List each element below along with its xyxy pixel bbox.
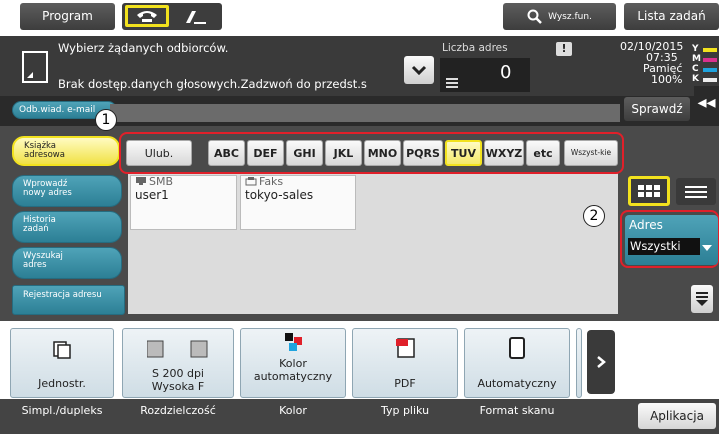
- setting-color[interactable]: Kolor automatyczny: [240, 328, 346, 398]
- tab-tuv[interactable]: TUV: [445, 140, 482, 166]
- sidebar-item-new-address[interactable]: Wprowadź nowy adres: [12, 175, 122, 207]
- color-icon: [285, 333, 303, 351]
- tab-ghi[interactable]: GHI: [286, 140, 323, 166]
- sidebar-item-history[interactable]: Historia zadań: [12, 211, 122, 243]
- tab-favorites[interactable]: Ulub.: [126, 140, 192, 166]
- caption-duplex: Simpl./dupleks: [21, 404, 103, 417]
- tab-all[interactable]: Wszyst-kie: [564, 140, 618, 166]
- sidebar-label-history: Historia zadań: [23, 215, 56, 234]
- setting-filetype[interactable]: PDF: [352, 328, 458, 398]
- chevron-down-icon: [702, 245, 712, 251]
- address-count-box: 0: [440, 58, 530, 92]
- address-card-fax[interactable]: Faks tokyo-sales: [240, 175, 356, 230]
- setting-duplex[interactable]: Jednostr.: [10, 328, 114, 398]
- program-button[interactable]: Program: [20, 3, 115, 30]
- tab-etc[interactable]: etc: [526, 140, 560, 166]
- collapse-panel-button[interactable]: ◂◂: [694, 86, 719, 126]
- caption-resolution: Rozdzielczość: [140, 404, 216, 417]
- duplex-icon: [53, 341, 71, 359]
- handset-icon[interactable]: [182, 7, 212, 27]
- address-filter-value: Wszystki: [628, 238, 700, 255]
- warning-icon[interactable]: !: [556, 42, 572, 56]
- expand-message-button[interactable]: [404, 56, 434, 84]
- toner-k: K: [692, 74, 699, 84]
- toner-c: C: [692, 64, 699, 74]
- tab-jkl[interactable]: JKL: [325, 140, 362, 166]
- fax-mode-toggle[interactable]: [122, 3, 222, 30]
- smb-icon: [135, 176, 147, 186]
- caption-scan-size: Format skanu: [479, 404, 555, 417]
- chevron-down-icon: [411, 65, 427, 75]
- sidebar-item-register[interactable]: Rejestracja adresu: [12, 285, 125, 315]
- caption-filetype: Typ pliku: [380, 404, 430, 417]
- address-type: Faks: [259, 175, 284, 188]
- pdf-icon: [396, 337, 416, 359]
- sidebar-item-search[interactable]: Wyszukaj adres: [12, 247, 122, 279]
- toner-y: Y: [692, 44, 699, 54]
- toner-indicator: Y M C K: [692, 44, 718, 90]
- check-button[interactable]: Sprawdź: [624, 97, 690, 121]
- search-label: Wysz.fun.: [548, 11, 592, 22]
- callout-2: 2: [583, 205, 605, 227]
- address-count-label: Liczba adres: [442, 42, 508, 54]
- tab-pqrs[interactable]: PQRS: [403, 140, 443, 166]
- tab-wxyz[interactable]: WXYZ: [484, 140, 524, 166]
- address-card-smb[interactable]: SMB user1: [130, 175, 237, 230]
- application-button[interactable]: Aplikacja: [638, 403, 716, 429]
- next-settings-button[interactable]: [587, 330, 615, 394]
- job-list-button[interactable]: Lista zadań: [624, 3, 719, 30]
- setting-scan-size[interactable]: Automatyczny: [464, 328, 570, 398]
- address-name: tokyo-sales: [245, 188, 314, 202]
- address-name: user1: [135, 188, 169, 202]
- message-line-1: Wybierz żądanych odbiorców.: [58, 41, 229, 55]
- setting-duplex-value: Jednostr.: [38, 377, 86, 390]
- document-icon: [21, 50, 51, 86]
- toner-m: M: [692, 54, 701, 64]
- list-icon: [446, 78, 458, 90]
- address-filter-label: Adres: [629, 218, 663, 232]
- memory-value: 100%: [651, 73, 683, 86]
- scroll-down-button[interactable]: [691, 285, 713, 313]
- grid-view-button[interactable]: [628, 176, 670, 206]
- menu-down-icon: [696, 292, 708, 306]
- sidebar-label-address-book: Książka adresowa: [24, 141, 65, 160]
- setting-filetype-value: PDF: [394, 377, 416, 390]
- sidebar-label-new-address: Wprowadź nowy adres: [23, 179, 72, 198]
- search-icon: [527, 9, 542, 24]
- tab-mno[interactable]: MNO: [364, 140, 401, 166]
- fax-icon: [245, 176, 257, 186]
- resolution-icon: [146, 339, 211, 359]
- sidebar-item-address-book[interactable]: Książka adresowa: [12, 136, 120, 166]
- tab-abc[interactable]: ABC: [208, 140, 245, 166]
- message-line-2: Brak dostęp.danych głosowych.Zadzwoń do …: [58, 77, 367, 91]
- address-count-value: 0: [500, 62, 512, 83]
- page-icon: [508, 337, 528, 359]
- setting-resolution[interactable]: S 200 dpi Wysoka F: [122, 328, 234, 398]
- sidebar-label-register: Rejestracja adresu: [23, 290, 102, 300]
- callout-1: 1: [95, 109, 117, 131]
- phone-icon[interactable]: [125, 5, 169, 27]
- setting-color-value: Kolor automatyczny: [253, 357, 333, 383]
- search-function-button[interactable]: Wysz.fun.: [503, 3, 616, 30]
- setting-scan-size-value: Automatyczny: [477, 377, 557, 390]
- list-icon: [685, 185, 707, 198]
- address-type: SMB: [149, 175, 174, 188]
- chevron-right-icon: [597, 356, 606, 368]
- address-filter-dropdown[interactable]: Adres Wszystki: [625, 215, 718, 265]
- grid-icon: [638, 185, 660, 197]
- list-view-button[interactable]: [676, 178, 716, 205]
- sidebar-label-search: Wyszukaj adres: [23, 251, 63, 270]
- setting-partial[interactable]: [576, 328, 582, 398]
- setting-resolution-value: S 200 dpi Wysoka F: [151, 367, 205, 393]
- tab-def[interactable]: DEF: [247, 140, 284, 166]
- destination-field: [110, 104, 620, 122]
- caption-color: Kolor: [279, 404, 307, 417]
